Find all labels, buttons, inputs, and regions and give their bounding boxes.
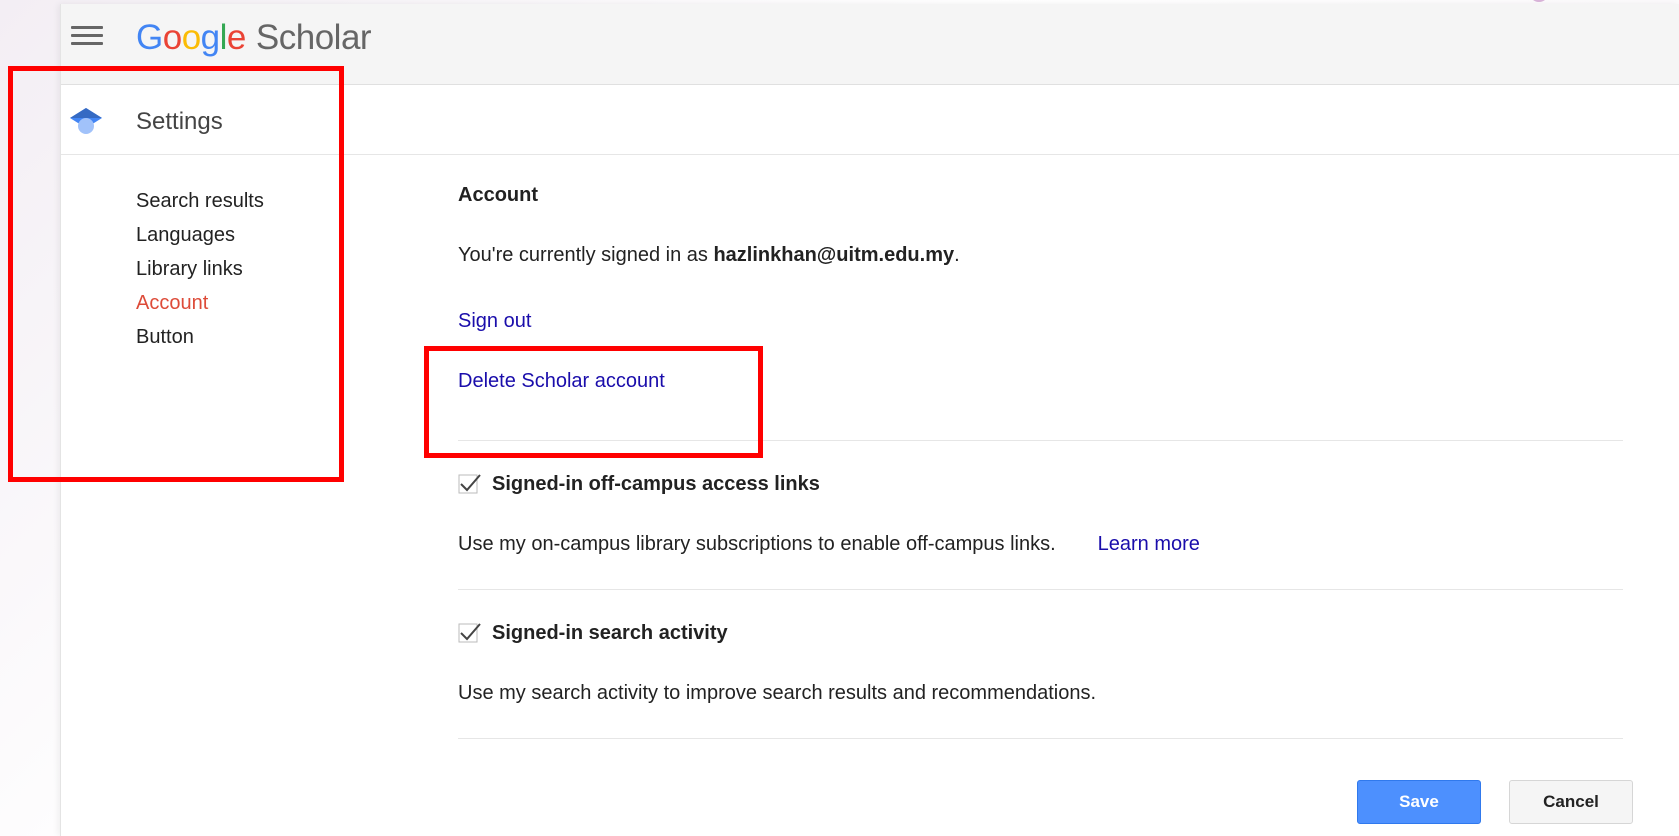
off-campus-description: Use my on-campus library subscriptions t… (458, 532, 1056, 555)
signed-in-status: You're currently signed in as hazlinkhan… (458, 244, 960, 266)
search-activity-checkbox-checkmark-icon[interactable] (458, 621, 482, 645)
graduation-cap-icon (70, 108, 102, 134)
delete-scholar-account-link[interactable]: Delete Scholar account (458, 370, 665, 393)
account-panel: Account You're currently signed in as ha… (458, 184, 1623, 739)
google-scholar-logo[interactable]: Google Scholar (136, 18, 372, 58)
search-activity-checkbox-label[interactable]: Signed-in search activity (492, 622, 728, 645)
sidebar-item-account[interactable]: Account (136, 286, 264, 320)
sidebar-item-button[interactable]: Button (136, 320, 264, 354)
sign-out-link[interactable]: Sign out (458, 310, 531, 333)
sidebar-item-library-links[interactable]: Library links (136, 252, 264, 286)
scholar-page: Google Scholar Settings Search results La… (60, 4, 1679, 836)
hamburger-menu-icon[interactable] (71, 26, 103, 48)
form-buttons: Save Cancel (1357, 780, 1633, 824)
divider (458, 589, 1623, 590)
sidebar-item-languages[interactable]: Languages (136, 218, 264, 252)
corner-decoration (1529, 0, 1549, 2)
divider (458, 738, 1623, 739)
settings-sidebar: Search results Languages Library links A… (136, 184, 264, 354)
account-section-title: Account (458, 184, 538, 206)
settings-title: Settings (136, 108, 223, 135)
signed-in-email: hazlinkhan@uitm.edu.my (713, 244, 955, 266)
off-campus-checkbox-label[interactable]: Signed-in off-campus access links (492, 473, 820, 496)
divider (458, 440, 1623, 441)
search-activity-description: Use my search activity to improve search… (458, 681, 1097, 704)
sidebar-item-search-results[interactable]: Search results (136, 184, 264, 218)
save-button[interactable]: Save (1357, 780, 1481, 824)
settings-header: Settings (61, 86, 1679, 155)
cancel-button[interactable]: Cancel (1509, 780, 1633, 824)
learn-more-link[interactable]: Learn more (1098, 533, 1200, 556)
off-campus-checkbox-checkmark-icon[interactable] (458, 472, 482, 496)
top-bar: Google Scholar (61, 4, 1679, 85)
